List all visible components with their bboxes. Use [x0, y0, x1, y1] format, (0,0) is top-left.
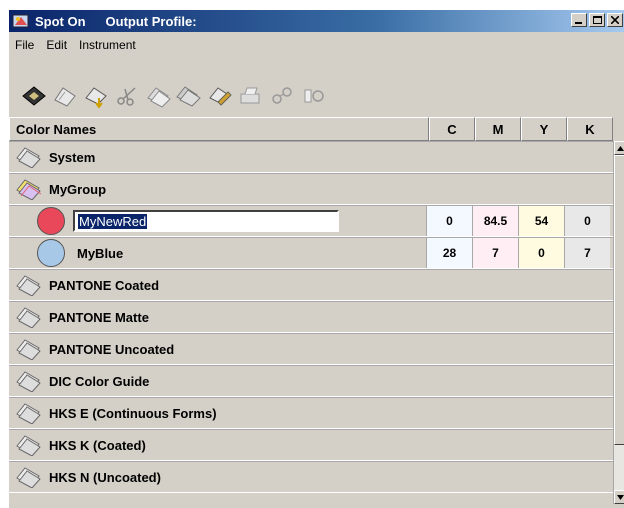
edit-icon [209, 87, 232, 106]
group-row-hks-n[interactable]: HKS N (Uncoated) [9, 461, 613, 493]
up-arrow-icon [616, 145, 624, 151]
color-row-mynewred[interactable]: MyNewRed 0 84.5 54 0 [9, 205, 613, 237]
group-row-pantone-coated[interactable]: PANTONE Coated [9, 269, 613, 301]
color-swatch [37, 207, 65, 235]
color-row-myblue[interactable]: MyBlue 28 7 0 7 [9, 237, 613, 269]
cut-button[interactable] [112, 82, 142, 110]
swatch-book-icon [16, 339, 41, 360]
vertical-scrollbar[interactable] [613, 141, 624, 504]
color-list: System MyGroup MyNewRed 0 84.5 54 0 MyBl… [9, 141, 613, 504]
group-row-hks-e[interactable]: HKS E (Continuous Forms) [9, 397, 613, 429]
black-value[interactable]: 7 [564, 238, 610, 268]
color-name-input[interactable]: MyNewRed [73, 210, 339, 232]
save-button[interactable] [19, 82, 49, 110]
close-button[interactable] [607, 13, 623, 27]
color-swatch [37, 239, 65, 267]
copy-icon [147, 87, 171, 108]
measure-icon [272, 87, 292, 104]
copy-button[interactable] [143, 82, 173, 110]
group-row-mygroup[interactable]: MyGroup [9, 173, 613, 205]
swatch-book-icon [16, 275, 41, 296]
cyan-value[interactable]: 28 [426, 238, 472, 268]
open-swatch-book-icon [16, 179, 41, 200]
cyan-value[interactable]: 0 [426, 206, 472, 236]
library-icon [54, 87, 76, 107]
scroll-up-arrow[interactable] [614, 141, 624, 155]
scissors-icon [117, 87, 136, 106]
menu-instrument[interactable]: Instrument [79, 38, 136, 52]
group-label: HKS E (Continuous Forms) [49, 405, 217, 421]
close-icon [611, 16, 619, 24]
header-color-names[interactable]: Color Names [9, 117, 429, 141]
swatch-book-icon [16, 435, 41, 456]
scroll-thumb[interactable] [614, 155, 624, 445]
color-name: MyBlue [77, 245, 124, 261]
compare-button[interactable] [298, 82, 328, 110]
menu-edit[interactable]: Edit [46, 38, 67, 52]
yellow-value[interactable]: 54 [518, 206, 564, 236]
group-row-hks-k[interactable]: HKS K (Coated) [9, 429, 613, 461]
group-label: HKS K (Coated) [49, 437, 146, 453]
group-label: MyGroup [49, 181, 107, 197]
group-row-dic[interactable]: DIC Color Guide [9, 365, 613, 397]
import-button[interactable] [81, 82, 111, 110]
swatch-book-icon [16, 147, 41, 168]
group-label: PANTONE Uncoated [49, 341, 175, 357]
minimize-icon [575, 22, 582, 24]
paste-icon [176, 86, 201, 107]
maximize-button[interactable] [589, 13, 605, 27]
magenta-value[interactable]: 84.5 [472, 206, 518, 236]
scroll-down-arrow[interactable] [614, 490, 624, 504]
group-label: System [49, 149, 96, 165]
print-button[interactable] [236, 82, 266, 110]
header-k[interactable]: K [567, 117, 613, 141]
swatch-book-icon [16, 403, 41, 424]
app-name: Spot On [35, 13, 86, 29]
group-row-pantone-matte[interactable]: PANTONE Matte [9, 301, 613, 333]
group-row-system[interactable]: System [9, 141, 613, 173]
magenta-value[interactable]: 7 [472, 238, 518, 268]
menu-bar: File Edit Instrument [9, 32, 624, 58]
measure-button[interactable] [267, 82, 297, 110]
header-y[interactable]: Y [521, 117, 567, 141]
print-icon [240, 87, 260, 104]
group-label: PANTONE Coated [49, 277, 160, 293]
swatch-book-icon [16, 467, 41, 488]
window-title: Output Profile: [105, 13, 197, 29]
group-row-pantone-uncoated[interactable]: PANTONE Uncoated [9, 333, 613, 365]
save-icon [22, 86, 46, 106]
swatch-book-icon [16, 307, 41, 328]
header-c[interactable]: C [429, 117, 475, 141]
group-label: HKS N (Uncoated) [49, 469, 161, 485]
compare-icon [304, 89, 324, 103]
maximize-icon [592, 16, 602, 24]
title-bar[interactable]: Spot On Output Profile: [9, 10, 624, 32]
menu-file[interactable]: File [15, 38, 34, 52]
header-m[interactable]: M [475, 117, 521, 141]
group-label: PANTONE Matte [49, 309, 149, 325]
black-value[interactable]: 0 [564, 206, 610, 236]
group-label: DIC Color Guide [49, 373, 150, 389]
minimize-button[interactable] [571, 13, 587, 27]
paste-button[interactable] [174, 82, 204, 110]
swatch-book-icon [16, 371, 41, 392]
yellow-value[interactable]: 0 [518, 238, 564, 268]
app-icon [12, 14, 29, 28]
down-arrow-icon [616, 494, 624, 500]
library-button[interactable] [50, 82, 80, 110]
app-window: Spot On Output Profile: File Edit Instru… [8, 9, 624, 508]
toolbar [9, 76, 624, 116]
import-icon [85, 87, 107, 108]
edit-button[interactable] [205, 82, 235, 110]
table-header: Color Names C M Y K [9, 117, 613, 141]
